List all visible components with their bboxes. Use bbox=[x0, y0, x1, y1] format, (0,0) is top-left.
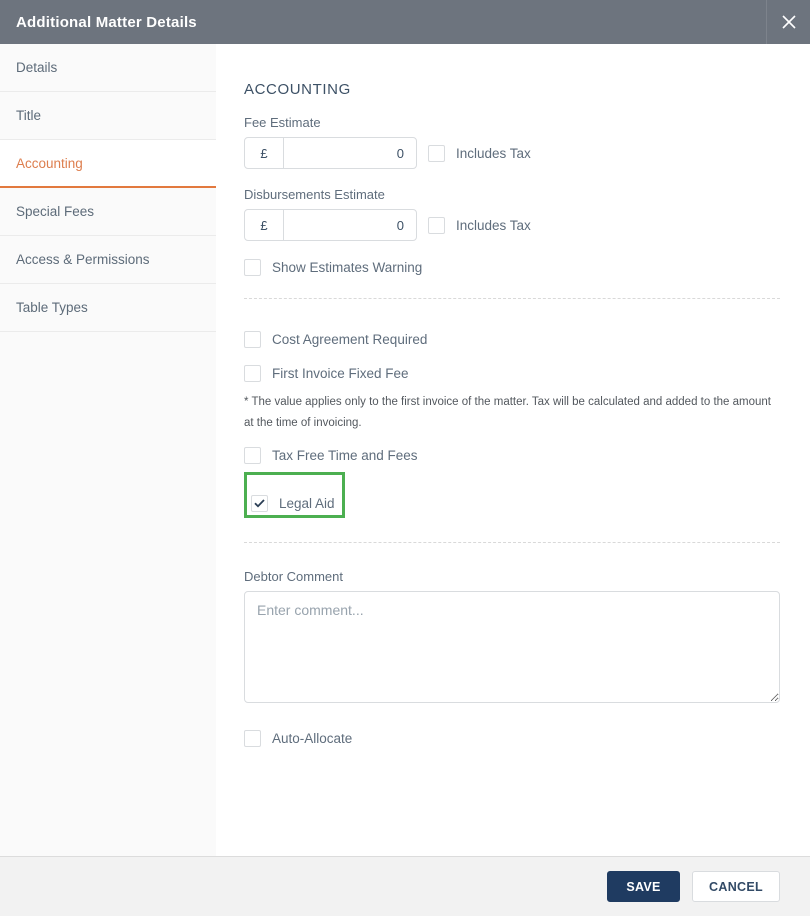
first-invoice-footnote: * The value applies only to the first in… bbox=[244, 396, 771, 430]
accounting-panel: ACCOUNTING Fee Estimate £ Includes Tax D… bbox=[216, 44, 810, 856]
sidebar-item-label: Accounting bbox=[16, 155, 83, 171]
legal-aid-checkbox-row[interactable]: Legal Aid bbox=[251, 494, 335, 512]
checkbox-icon[interactable] bbox=[428, 144, 445, 162]
first-invoice-fixed-fee-checkbox-row[interactable]: First Invoice Fixed Fee bbox=[244, 365, 780, 382]
currency-symbol: £ bbox=[245, 210, 284, 240]
fee-estimate-label: Fee Estimate bbox=[244, 115, 321, 130]
close-button[interactable] bbox=[766, 0, 810, 44]
currency-symbol: £ bbox=[245, 138, 284, 168]
checkbox-icon[interactable] bbox=[244, 365, 261, 382]
checkbox-label: Tax Free Time and Fees bbox=[272, 447, 418, 463]
fee-estimate-input[interactable] bbox=[284, 138, 416, 168]
sidebar-item-table-types[interactable]: Table Types bbox=[0, 284, 216, 332]
sidebar-item-accounting[interactable]: Accounting bbox=[0, 140, 216, 188]
tax-free-time-fees-checkbox-row[interactable]: Tax Free Time and Fees bbox=[244, 446, 780, 464]
sidebar-nav: Details Title Accounting Special Fees Ac… bbox=[0, 44, 216, 856]
checkbox-icon[interactable] bbox=[244, 259, 261, 276]
close-icon bbox=[781, 15, 796, 29]
disbursements-estimate-input[interactable] bbox=[284, 210, 416, 240]
show-estimates-warning-checkbox-row[interactable]: Show Estimates Warning bbox=[244, 259, 780, 276]
sidebar-item-label: Title bbox=[16, 108, 42, 123]
checkbox-label: Includes Tax bbox=[456, 217, 531, 233]
checkbox-icon[interactable] bbox=[428, 216, 445, 234]
billing-options-block: Cost Agreement Required First Invoice Fi… bbox=[244, 331, 780, 518]
checkbox-icon[interactable] bbox=[244, 446, 261, 464]
disbursements-includes-tax-checkbox-row[interactable]: Includes Tax bbox=[428, 216, 531, 234]
section-title: ACCOUNTING bbox=[244, 81, 351, 98]
sidebar-item-title[interactable]: Title bbox=[0, 92, 216, 140]
checkbox-checked-icon[interactable] bbox=[251, 494, 268, 512]
sidebar-item-label: Access & Permissions bbox=[16, 252, 150, 267]
sidebar-item-special-fees[interactable]: Special Fees bbox=[0, 188, 216, 236]
disbursements-estimate-row: £ Includes Tax bbox=[244, 209, 780, 241]
section-divider bbox=[244, 541, 780, 543]
sidebar-item-label: Special Fees bbox=[16, 204, 95, 219]
sidebar-item-label: Table Types bbox=[16, 300, 88, 315]
legal-aid-row: Legal Aid bbox=[244, 471, 780, 518]
checkbox-label: Show Estimates Warning bbox=[272, 260, 423, 275]
debtor-comment-textarea[interactable] bbox=[244, 590, 780, 703]
cost-agreement-required-checkbox-row[interactable]: Cost Agreement Required bbox=[244, 331, 780, 348]
checkbox-label: Includes Tax bbox=[456, 145, 531, 161]
sidebar-item-details[interactable]: Details bbox=[0, 44, 216, 92]
cancel-button[interactable]: CANCEL bbox=[692, 871, 780, 902]
sidebar-item-label: Details bbox=[16, 60, 58, 75]
debtor-comment-label: Debtor Comment bbox=[244, 568, 343, 584]
fee-estimate-input-group: £ bbox=[244, 137, 417, 169]
checkbox-label: Auto-Allocate bbox=[272, 730, 353, 746]
auto-allocate-checkbox-row[interactable]: Auto-Allocate bbox=[244, 729, 780, 747]
checkbox-label: Legal Aid bbox=[279, 495, 335, 511]
disbursements-estimate-label: Disbursements Estimate bbox=[244, 187, 385, 202]
legal-aid-highlight-box: Legal Aid bbox=[244, 471, 345, 518]
checkbox-label: First Invoice Fixed Fee bbox=[272, 366, 409, 381]
fee-includes-tax-checkbox-row[interactable]: Includes Tax bbox=[428, 144, 531, 162]
sidebar-item-access-permissions[interactable]: Access & Permissions bbox=[0, 236, 216, 284]
checkbox-icon[interactable] bbox=[244, 331, 261, 348]
disbursements-estimate-input-group: £ bbox=[244, 209, 417, 241]
additional-matter-details-modal: Additional Matter Details Details Title … bbox=[0, 0, 810, 916]
fee-estimate-row: £ Includes Tax bbox=[244, 137, 780, 169]
checkbox-icon[interactable] bbox=[244, 729, 261, 747]
section-divider bbox=[244, 298, 780, 299]
modal-body: Details Title Accounting Special Fees Ac… bbox=[0, 44, 810, 856]
checkbox-label: Cost Agreement Required bbox=[272, 332, 428, 347]
modal-title: Additional Matter Details bbox=[16, 13, 197, 31]
save-button[interactable]: SAVE bbox=[607, 871, 680, 902]
modal-header: Additional Matter Details bbox=[0, 0, 810, 44]
modal-footer: SAVE CANCEL bbox=[0, 856, 810, 916]
